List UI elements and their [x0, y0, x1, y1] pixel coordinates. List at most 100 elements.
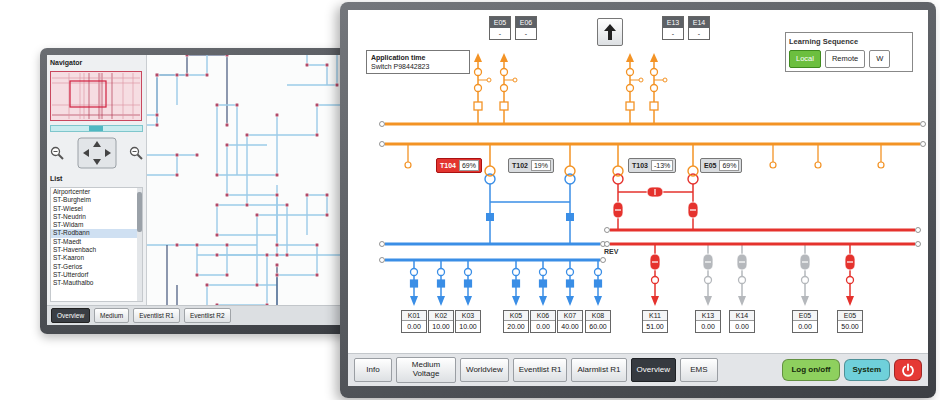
tab[interactable]: Eventlist R1 [513, 358, 568, 382]
outgoing-line[interactable] [500, 53, 517, 124]
switch-box[interactable]: E05- [489, 16, 511, 40]
desktop: NavigatorListAirportcenterST-BurgheimST-… [0, 0, 940, 400]
transformer-load[interactable]: T103-13% [628, 158, 676, 173]
tab[interactable]: Alarmlist R1 [571, 358, 626, 382]
feeder-line [467, 260, 469, 297]
zoom-slider[interactable] [50, 125, 143, 132]
transformer-reading: 69% [459, 160, 479, 171]
up-button[interactable] [597, 18, 623, 46]
tab[interactable]: Medium Voltage [396, 357, 456, 383]
power-icon[interactable] [901, 363, 915, 377]
list-item[interactable]: ST-Havenbach [51, 246, 137, 254]
feeder[interactable] [594, 260, 602, 306]
zoom-slider-knob[interactable] [89, 126, 103, 131]
tab[interactable]: Medium [94, 308, 129, 323]
list-item[interactable]: ST-Gerios [51, 263, 137, 271]
switch-value: - [663, 28, 683, 39]
list-item[interactable]: ST-Kaaron [51, 254, 137, 262]
list-item[interactable]: ST-Maedt [51, 238, 137, 246]
transformer-label: T104 [439, 162, 457, 169]
switch-label: E06 [516, 17, 536, 28]
list-item[interactable]: Airportcenter [51, 188, 137, 196]
zoom-out-icon[interactable] [50, 146, 64, 160]
feeder[interactable] [539, 260, 547, 306]
transformer[interactable] [613, 144, 623, 230]
tab[interactable]: Info [354, 358, 392, 382]
sequence-button[interactable]: W [869, 50, 890, 67]
feeder-line [569, 260, 571, 297]
switch-box[interactable]: E14- [688, 16, 710, 40]
scrollbar-thumb[interactable] [137, 192, 142, 232]
feeder-line [515, 260, 517, 297]
feeder-value: K130.00 [695, 310, 721, 333]
feeder-value: K1151.00 [642, 310, 668, 333]
tab[interactable]: EMS [680, 358, 718, 382]
action-button[interactable]: System [844, 359, 890, 381]
list-item[interactable]: ST-Neudrin [51, 213, 137, 221]
power-button[interactable] [894, 359, 922, 381]
tab[interactable]: Worldview [460, 358, 509, 382]
auxiliary-line [770, 144, 776, 168]
tab[interactable]: Overview [51, 308, 90, 323]
arrow-pad-icon[interactable] [77, 137, 117, 169]
zoom-in-icon[interactable] [129, 146, 143, 160]
feeder-reading: 0.00 [402, 320, 426, 332]
list-scrollbar[interactable] [137, 188, 142, 301]
feeder[interactable] [464, 260, 472, 306]
transformer[interactable] [688, 144, 698, 230]
tab[interactable]: Eventlist R1 [133, 308, 180, 323]
feeder-reading: 10.00 [456, 320, 480, 332]
sequence-button[interactable]: Remote [825, 50, 865, 67]
sequence-button[interactable]: Local [789, 50, 821, 67]
feeder-line [849, 244, 851, 297]
transformer[interactable] [485, 144, 495, 244]
switch-box[interactable]: E13- [662, 16, 684, 40]
feeder-line [542, 260, 544, 297]
tab[interactable]: Eventlist R2 [184, 308, 231, 323]
list-item[interactable]: ST-Wiesel [51, 205, 137, 213]
navigator-thumbnail[interactable] [50, 71, 142, 121]
outgoing-line[interactable] [650, 53, 667, 124]
outgoing-line[interactable] [626, 53, 643, 124]
feeder[interactable] [410, 260, 418, 306]
list-item[interactable]: ST-Burgheim [51, 196, 137, 204]
transformer-load[interactable]: T10469% [436, 158, 482, 173]
feeder-value: K060.00 [530, 310, 556, 333]
auxiliary-line [815, 144, 821, 168]
transformer[interactable] [565, 144, 575, 244]
feeder[interactable] [737, 244, 747, 306]
feeder[interactable] [703, 244, 713, 306]
feeder-label: K07 [558, 311, 582, 320]
feeder-label: E05 [838, 311, 862, 320]
feeder-reading: 10.00 [429, 320, 453, 332]
feeder[interactable] [437, 260, 445, 306]
feeder[interactable] [650, 244, 660, 306]
feeder[interactable] [512, 260, 520, 306]
switch-box[interactable]: E06- [515, 16, 537, 40]
feeder-line [804, 244, 806, 297]
feeder[interactable] [566, 260, 574, 306]
network-map[interactable] [147, 55, 363, 305]
list-item[interactable]: ST-Rodbann [51, 229, 137, 237]
feeder[interactable] [845, 244, 855, 306]
transformer-load[interactable]: T10219% [508, 158, 554, 173]
list-item[interactable]: ST-Mauthalbo [51, 279, 137, 287]
feeder-line [440, 260, 442, 297]
application-time-value: Switch P98442823 [371, 62, 465, 71]
list-item[interactable]: ST-Widam [51, 221, 137, 229]
feeder-value: E050.00 [792, 310, 818, 333]
action-button[interactable]: Log on/off [782, 359, 839, 381]
auxiliary-line [878, 144, 884, 168]
outgoing-line[interactable] [474, 53, 491, 124]
tab-strip: InfoMedium VoltageWorldviewEventlist R1A… [348, 353, 928, 386]
single-line-diagram: K010.00K0210.00K0310.00K0520.00K060.00K0… [348, 10, 928, 353]
tab[interactable]: Overview [631, 358, 676, 382]
busbar [380, 242, 606, 263]
feeder-reading: 0.00 [793, 320, 817, 332]
feeder-value: K0310.00 [455, 310, 481, 333]
feeder-label: K05 [504, 311, 528, 320]
up-arrow-icon[interactable] [603, 23, 617, 41]
transformer-load[interactable]: E0569% [700, 158, 742, 173]
feeder[interactable] [800, 244, 810, 306]
list-item[interactable]: ST-Utterdorf [51, 271, 137, 279]
